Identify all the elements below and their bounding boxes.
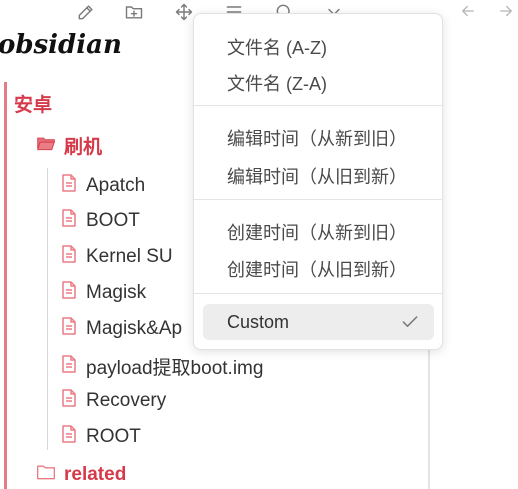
sort-created-old-new[interactable]: 创建时间（从旧到新） <box>227 256 407 282</box>
arrow-left-icon[interactable] <box>457 0 479 22</box>
menu-divider <box>194 105 442 106</box>
file-icon <box>62 389 76 413</box>
file-label: payload提取boot.img <box>86 358 264 379</box>
menu-divider <box>194 199 442 200</box>
file-icon <box>62 245 76 269</box>
file-item[interactable]: BOOT <box>62 209 140 233</box>
edit-icon[interactable] <box>74 0 98 24</box>
sort-modified-new-old[interactable]: 编辑时间（从新到旧） <box>227 125 407 151</box>
sort-modified-old-new[interactable]: 编辑时间（从旧到新） <box>227 163 407 189</box>
folder-related-label: related <box>64 464 127 485</box>
tree-sub-indent-line <box>47 168 48 450</box>
menu-divider <box>194 293 442 294</box>
folder-root[interactable]: 安卓 <box>14 90 52 117</box>
file-item[interactable]: ROOT <box>62 425 141 449</box>
file-icon <box>62 425 76 449</box>
folder-sub[interactable]: 刷机 <box>36 132 102 159</box>
tree-indent-line <box>4 82 7 489</box>
file-label: Recovery <box>86 390 167 411</box>
file-label: ROOT <box>86 426 141 447</box>
file-icon <box>62 354 76 379</box>
file-label: Magisk&Ap <box>86 318 183 339</box>
file-item[interactable]: payload提取boot.img <box>62 353 263 380</box>
file-label: Magisk <box>86 282 147 303</box>
arrow-right-icon[interactable] <box>495 0 517 22</box>
file-item[interactable]: Magisk <box>62 281 146 305</box>
sort-name-desc[interactable]: 文件名 (Z-A) <box>227 70 327 96</box>
file-icon <box>62 317 76 341</box>
sort-created-new-old[interactable]: 创建时间（从新到旧） <box>227 219 407 245</box>
file-icon <box>62 174 76 198</box>
file-item[interactable]: Recovery <box>62 389 166 413</box>
file-label: Kernel SU <box>86 246 173 267</box>
sort-menu: 文件名 (A-Z) 文件名 (Z-A) 编辑时间（从新到旧） 编辑时间（从旧到新… <box>193 13 443 350</box>
file-item[interactable]: Apatch <box>62 174 145 198</box>
folder-icon <box>36 463 56 487</box>
sort-custom-label: Custom <box>227 312 290 332</box>
file-label: Apatch <box>86 175 146 196</box>
check-icon <box>400 312 420 337</box>
new-folder-icon[interactable] <box>122 0 146 24</box>
folder-related[interactable]: related <box>36 463 126 487</box>
folder-sub-label: 刷机 <box>64 137 103 158</box>
file-icon <box>62 209 76 233</box>
folder-open-icon <box>36 134 56 158</box>
file-icon <box>62 281 76 305</box>
file-item[interactable]: Kernel SU <box>62 245 173 269</box>
file-item[interactable]: Magisk&Ap <box>62 317 182 341</box>
sort-custom[interactable]: Custom <box>203 304 434 340</box>
file-label: BOOT <box>86 210 140 231</box>
vault-name[interactable]: obsidian <box>0 30 122 60</box>
sort-name-asc[interactable]: 文件名 (A-Z) <box>227 34 327 60</box>
